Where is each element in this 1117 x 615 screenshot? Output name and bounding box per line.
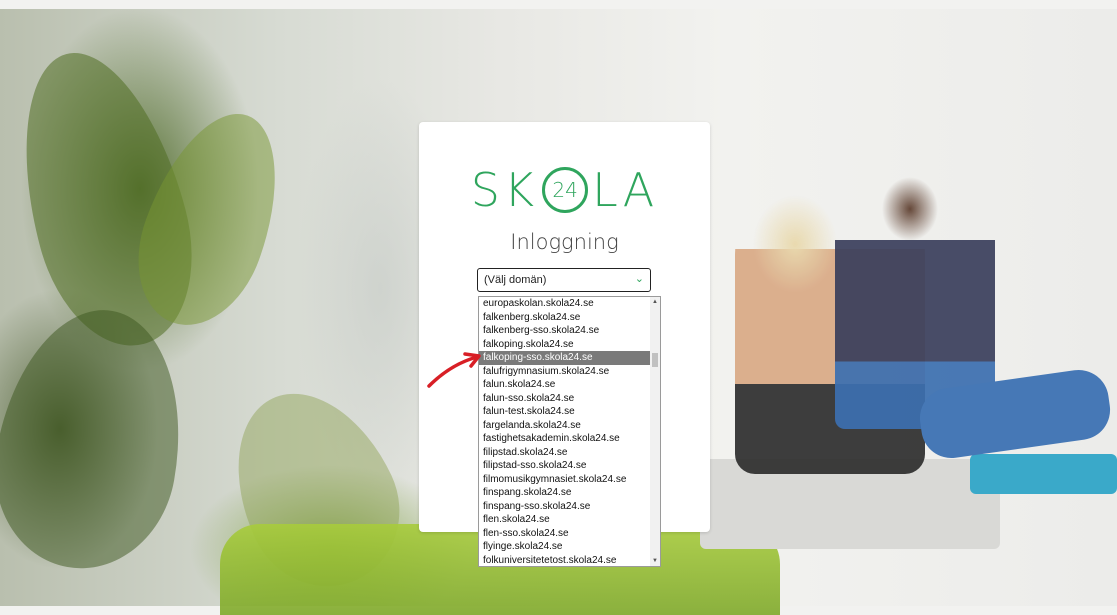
skola24-logo: SK 24 LA — [419, 160, 710, 220]
domain-dropdown-list[interactable]: europaskolan.skola24.se falkenberg.skola… — [478, 296, 661, 567]
dropdown-option[interactable]: falkenberg-sso.skola24.se — [479, 324, 660, 338]
dropdown-option[interactable]: falufrigymnasium.skola24.se — [479, 365, 660, 379]
plant-leaf — [0, 295, 202, 583]
dropdown-option[interactable]: filipstad.skola24.se — [479, 446, 660, 460]
dropdown-option[interactable]: finspang-sso.skola24.se — [479, 500, 660, 514]
logo-text-left: SK — [470, 163, 539, 217]
dropdown-option[interactable]: falun.skola24.se — [479, 378, 660, 392]
dropdown-scrollbar[interactable]: ▲ ▼ — [650, 297, 660, 566]
dropdown-option[interactable]: falun-test.skola24.se — [479, 405, 660, 419]
dropdown-option[interactable]: filipstad-sso.skola24.se — [479, 459, 660, 473]
dropdown-option[interactable]: fargelanda.skola24.se — [479, 419, 660, 433]
logo-text-right: LA — [592, 163, 659, 217]
dropdown-option[interactable]: folkuniversitetetost.skola24.se — [479, 554, 660, 567]
chevron-down-icon: ⌄ — [634, 273, 644, 285]
dropdown-option-highlighted[interactable]: falkoping-sso.skola24.se — [479, 351, 651, 365]
blue-bench — [970, 454, 1117, 494]
dropdown-option[interactable]: europaskolan.skola24.se — [479, 297, 660, 311]
red-arrow-icon — [427, 352, 481, 388]
dropdown-option[interactable]: falkoping.skola24.se — [479, 338, 660, 352]
dropdown-option[interactable]: falkenberg.skola24.se — [479, 311, 660, 325]
page-title: Inloggning — [510, 230, 619, 254]
domain-select-value: (Välj domän) — [484, 274, 547, 286]
dropdown-option[interactable]: falun-sso.skola24.se — [479, 392, 660, 406]
dropdown-option[interactable]: flen.skola24.se — [479, 513, 660, 527]
scrollbar-thumb[interactable] — [652, 353, 658, 367]
dropdown-option[interactable]: fastighetsakademin.skola24.se — [479, 432, 660, 446]
domain-select[interactable]: (Välj domän) ⌄ — [477, 268, 651, 292]
dropdown-option[interactable]: flen-sso.skola24.se — [479, 527, 660, 541]
dropdown-option[interactable]: filmomusikgymnasiet.skola24.se — [479, 473, 660, 487]
logo-ring: 24 — [542, 167, 589, 213]
scroll-down-icon[interactable]: ▼ — [650, 556, 660, 566]
dropdown-option[interactable]: flyinge.skola24.se — [479, 540, 660, 554]
scroll-up-icon[interactable]: ▲ — [650, 297, 660, 307]
dropdown-option[interactable]: finspang.skola24.se — [479, 486, 660, 500]
